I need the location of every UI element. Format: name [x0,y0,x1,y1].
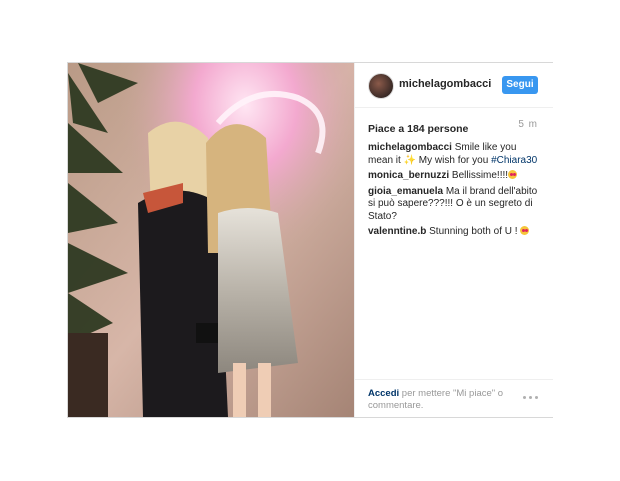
post-footer: Accedi per mettere "Mi piace" o commenta… [355,379,553,418]
likes-count[interactable]: Piace a 184 persone [368,123,468,135]
comment-author[interactable]: valenntine.b [368,226,426,237]
comment-author[interactable]: michelagombacci [368,142,452,153]
comment-item: gioia_emanuela Ma il brand dell'abito si… [368,186,541,224]
hashtag-link[interactable]: #Chiara30 [491,155,537,166]
photo-illustration [68,63,354,417]
comment-text: Stunning both of U ! [429,226,521,237]
comment-item: valenntine.b Stunning both of U ! [368,226,541,239]
post-photo[interactable] [68,63,354,417]
post-sidebar: michelagombacci Segui Piace a 184 person… [354,63,553,417]
more-options-icon[interactable] [523,396,539,400]
comment-item: monica_bernuzzi Bellissime!!!! [368,170,541,183]
comment-item: michelagombacci Smile like you mean it ✨… [368,142,541,167]
instagram-post-embed: michelagombacci Segui Piace a 184 person… [67,62,553,418]
heart-eyes-emoji-icon [520,226,530,235]
comment-author[interactable]: gioia_emanuela [368,186,443,197]
heart-eyes-emoji-icon [508,170,518,179]
comments-list: michelagombacci Smile like you mean it ✨… [368,142,541,242]
comment-text: My wish for you [416,154,492,166]
login-link[interactable]: Accedi [368,388,399,399]
likes-row: Piace a 184 persone 5 m [368,119,538,135]
post-header: michelagombacci Segui [355,63,553,108]
avatar[interactable] [368,73,394,99]
post-author-username[interactable]: michelagombacci [399,78,491,90]
login-prompt: Accedi per mettere "Mi piace" o commenta… [368,388,518,412]
follow-button[interactable]: Segui [502,76,538,94]
comment-author[interactable]: monica_bernuzzi [368,170,449,181]
post-timestamp[interactable]: 5 m [518,119,538,130]
sparkle-emoji-icon: ✨ [403,154,417,166]
comment-text: Bellissime!!!! [451,170,509,181]
